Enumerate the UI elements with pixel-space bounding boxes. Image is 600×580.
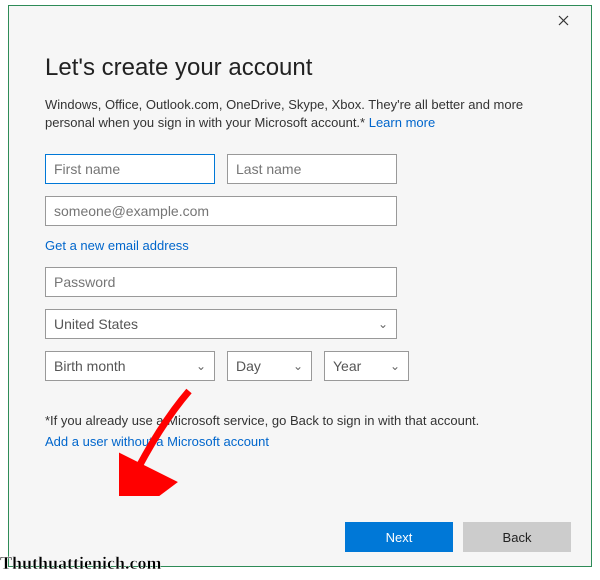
country-value: United States <box>54 316 138 332</box>
intro-text: Windows, Office, Outlook.com, OneDrive, … <box>45 96 555 132</box>
day-select[interactable]: Day ⌄ <box>227 351 312 381</box>
close-icon <box>558 15 569 26</box>
page-title: Let's create your account <box>45 54 555 82</box>
dialog-window: Let's create your account Windows, Offic… <box>8 5 592 567</box>
next-button[interactable]: Next <box>345 522 453 552</box>
back-button[interactable]: Back <box>463 522 571 552</box>
add-user-without-ms-account-link[interactable]: Add a user without a Microsoft account <box>45 434 269 449</box>
last-name-input[interactable] <box>227 154 397 184</box>
close-button[interactable] <box>545 8 581 32</box>
learn-more-link[interactable]: Learn more <box>369 115 435 130</box>
watermark-text: Thuthuattienich.com <box>0 553 162 574</box>
chevron-down-icon: ⌄ <box>196 359 206 373</box>
year-select[interactable]: Year ⌄ <box>324 351 409 381</box>
get-new-email-link[interactable]: Get a new email address <box>45 238 189 253</box>
year-value: Year <box>333 358 361 374</box>
password-input[interactable] <box>45 267 397 297</box>
first-name-input[interactable] <box>45 154 215 184</box>
birth-month-value: Birth month <box>54 358 126 374</box>
intro-body: Windows, Office, Outlook.com, OneDrive, … <box>45 97 523 130</box>
email-input[interactable] <box>45 196 397 226</box>
birth-month-select[interactable]: Birth month ⌄ <box>45 351 215 381</box>
chevron-down-icon: ⌄ <box>378 317 388 331</box>
country-select[interactable]: United States ⌄ <box>45 309 397 339</box>
day-value: Day <box>236 358 261 374</box>
chevron-down-icon: ⌄ <box>390 359 400 373</box>
footnote-text: *If you already use a Microsoft service,… <box>45 413 555 428</box>
chevron-down-icon: ⌄ <box>293 359 303 373</box>
titlebar <box>9 6 591 34</box>
